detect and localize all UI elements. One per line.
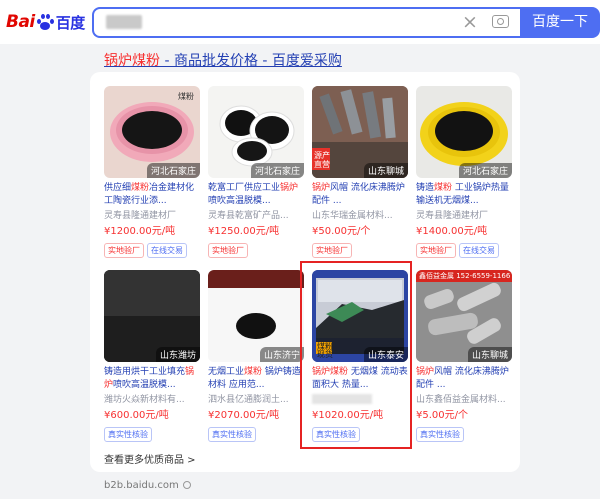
product-image[interactable]: 煤粉 河北石家庄 [104,86,200,178]
tag-onsite-verified: 实地验厂 [416,243,456,258]
location-badge: 山东聊城 [467,347,512,362]
product-name[interactable]: 铸造煤粉 工业锅炉热量输送机无烟煤... [416,182,512,208]
image-label: 鑫佰益金属 152-6559-1166 [419,272,511,280]
camera-icon[interactable] [492,15,509,28]
price: ¥1400.00元/吨 [416,226,488,237]
tag-authenticity-verified: 真实性核验 [104,427,152,442]
location-badge: 山东济宁 [259,347,304,362]
info-icon[interactable] [182,481,191,489]
product-image[interactable]: 河北石家庄 [416,86,512,178]
location-badge: 河北石家庄 [250,163,304,178]
search-query-blurred [106,15,142,29]
product-name[interactable]: 锅炉风帽 流化床沸腾炉配件 ... [416,366,512,392]
price: ¥1250.00元/吨 [208,226,280,237]
price: ¥1200.00元/吨 [104,226,176,237]
tag-onsite-verified: 实地验厂 [312,243,352,258]
product-item[interactable]: 河北石家庄 铸造煤粉 工业锅炉热量输送机无烟煤... 灵寿县隆通建材厂 ¥140… [416,86,512,258]
product-image[interactable]: 鑫佰益金属 152-6559-1166 山东聊城 [416,270,512,362]
product-item[interactable]: 源产 直营 山东聊城 锅炉风帽 流化床沸腾炉配件 ... 山东华瑞金属材料...… [312,86,408,258]
tag-online-trade: 在线交易 [147,243,187,258]
tag-authenticity-verified: 真实性核验 [208,427,256,442]
logo-text-bai: Bai [6,12,35,32]
seller-name: 灵寿县隆通建材厂 [416,211,489,221]
product-item[interactable]: 山东济宁 无烟工业煤粉 锅炉铸造材料 应用范... 泗水县亿通膨润土... ¥2… [208,270,304,442]
image-label: 源产 直营 [314,151,330,169]
product-item[interactable]: 鑫佰益金属 152-6559-1166 山东聊城 锅炉风帽 流化床沸腾炉配件 .… [416,270,512,442]
product-name[interactable]: 乾富工厂供应工业锅炉喷吹高温脱模... [208,182,304,208]
result-title-link[interactable]: 锅炉煤粉 - 商品批发价格 - 百度爱采购 [104,50,342,70]
top-bar: Bai 百度 × 百度一下 [0,0,600,44]
search-button[interactable]: 百度一下 [520,7,600,38]
seller-name: 灵寿县隆通建材厂 [104,211,177,221]
price: ¥5.00元/个 [416,410,468,421]
selection-highlight [300,261,412,449]
seller-name: 山东鑫佰益金属材料... [416,395,506,405]
product-image[interactable]: 源产 直营 山东聊城 [312,86,408,178]
location-badge: 河北石家庄 [146,163,200,178]
tag-onsite-verified: 实地验厂 [104,243,144,258]
seller-name: 灵寿县乾富矿产品... [208,211,289,221]
tag-online-trade: 在线交易 [459,243,499,258]
location-badge: 河北石家庄 [458,163,512,178]
seller-name: 泗水县亿通膨润土... [208,395,289,405]
product-name[interactable]: 锅炉风帽 流化床沸腾炉配件 ... [312,182,408,208]
search-input[interactable]: × [92,7,520,38]
more-products-link[interactable]: 查看更多优质商品 > [104,451,196,466]
location-badge: 山东聊城 [363,163,408,178]
product-image[interactable]: 河北石家庄 [208,86,304,178]
location-badge: 山东潍坊 [155,347,200,362]
product-item[interactable]: 山东潍坊 铸造用烘干工业填充锅炉喷吹高温脱模... 潍坊火焱新材料有... ¥6… [104,270,200,442]
product-image[interactable]: 山东潍坊 [104,270,200,362]
price: ¥600.00元/吨 [104,410,169,421]
product-image[interactable]: 山东济宁 [208,270,304,362]
product-name[interactable]: 铸造用烘干工业填充锅炉喷吹高温脱模... [104,366,200,392]
seller-name: 山东华瑞金属材料... [312,211,393,221]
tag-onsite-verified: 实地验厂 [208,243,248,258]
seller-name: 潍坊火焱新材料有... [104,395,185,405]
baidu-logo[interactable]: Bai 百度 [6,10,85,34]
paw-icon [36,13,54,31]
result-title-rest: - 商品批发价格 - 百度爱采购 [160,53,342,69]
logo-text-baidu: 百度 [55,13,86,32]
product-item[interactable]: 河北石家庄 乾富工厂供应工业锅炉喷吹高温脱模... 灵寿县乾富矿产品... ¥1… [208,86,304,258]
product-name[interactable]: 供应细煤粉冶金建材化工陶瓷行业添... [104,182,200,208]
clear-icon[interactable]: × [462,11,478,33]
source-url: b2b.baidu.com [104,480,191,491]
image-label: 煤粉 [178,92,194,101]
product-name[interactable]: 无烟工业煤粉 锅炉铸造材料 应用范... [208,366,304,392]
price: ¥50.00元/个 [312,226,371,237]
result-title-highlight: 锅炉煤粉 [104,53,160,69]
tag-authenticity-verified: 真实性核验 [416,427,464,442]
price: ¥2070.00元/吨 [208,410,280,421]
product-item[interactable]: 煤粉 河北石家庄 供应细煤粉冶金建材化工陶瓷行业添... 灵寿县隆通建材厂 ¥1… [104,86,200,258]
